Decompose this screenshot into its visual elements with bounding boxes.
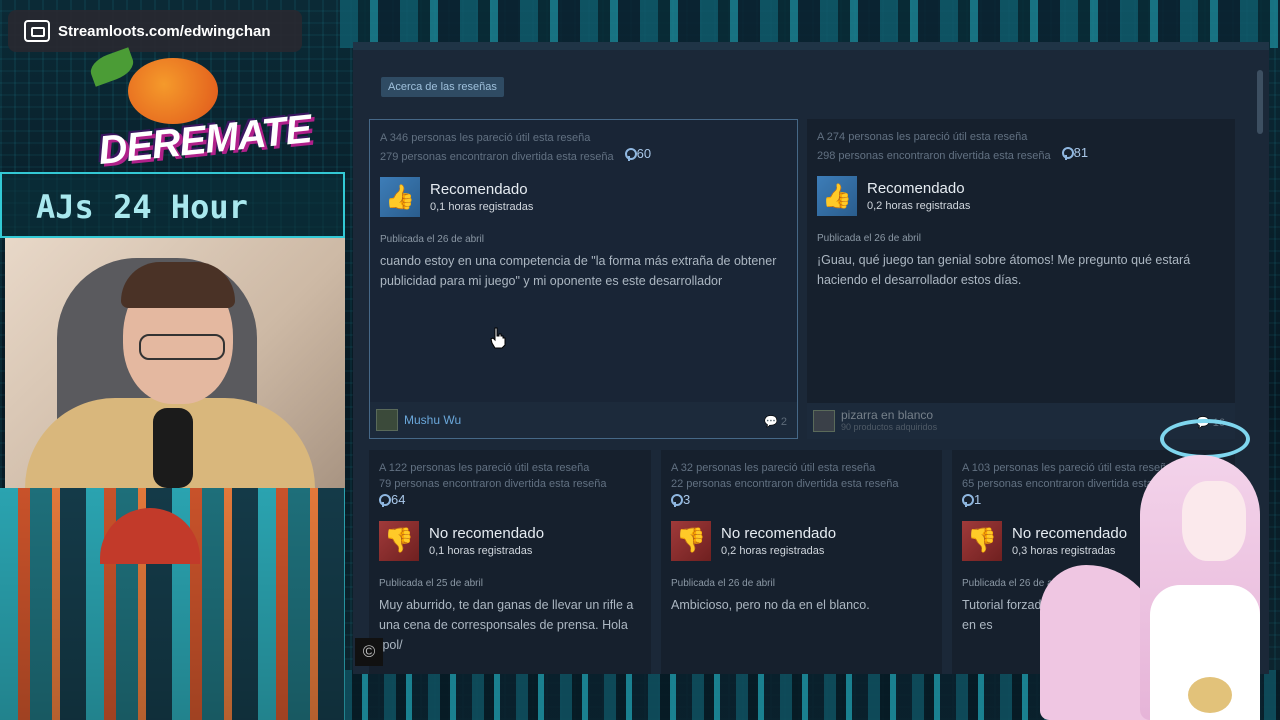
posted-date: Publicada el 25 de abril (379, 577, 483, 589)
award-icon (1061, 147, 1074, 160)
comment-count-text: 2 (780, 416, 787, 428)
author-name[interactable]: Mushu Wu (404, 413, 461, 427)
award-icon (379, 493, 391, 507)
review-verdict: 👎 No recomendado 0,2 horas registradas (671, 520, 932, 561)
avatar[interactable] (376, 409, 398, 431)
posted-date: Publicada el 26 de abril (671, 577, 775, 589)
award-badge[interactable]: 3 (671, 492, 932, 511)
review-text: ¡Guau, qué juego tan genial sobre átomos… (817, 253, 1191, 287)
award-count: 81 (1073, 145, 1089, 160)
vtuber-bow (1188, 677, 1232, 713)
streamer-glasses (139, 334, 225, 360)
helpful-count: A 32 personas les pareció útil esta rese… (671, 462, 876, 474)
funny-count-text: 279 personas encontraron divertida esta … (380, 151, 614, 163)
about-reviews-button[interactable]: Acerca de las reseñas (381, 77, 504, 97)
award-container: 64 (379, 492, 405, 507)
verdict-label: Recomendado (430, 181, 528, 198)
award-icon (671, 493, 683, 507)
hand-cursor-icon (490, 327, 506, 349)
hours-played: 0,1 horas registradas (430, 201, 534, 213)
avatar[interactable] (813, 410, 835, 432)
thumbs-down-icon: 👎 (671, 520, 711, 561)
comment-count[interactable]: 💬 2 (764, 415, 787, 428)
helpful-count: A 346 personas les pareció útil esta res… (380, 132, 591, 144)
event-banner-text: AJs 24 Hour (36, 188, 248, 226)
review-card[interactable]: A 274 personas les pareció útil esta res… (807, 119, 1235, 439)
thumbs-up-icon: 👍 (817, 176, 857, 216)
award-count: 1 (974, 492, 982, 507)
streamer-webcam (5, 238, 345, 488)
helpful-count: A 274 personas les pareció útil esta res… (817, 131, 1028, 143)
vtuber-face (1182, 481, 1246, 561)
review-verdict: 👍 Recomendado 0,2 horas registradas (817, 176, 1225, 216)
posted-date: Publicada el 26 de abril (817, 233, 921, 244)
review-text: Ambicioso, pero no da en el blanco. (671, 597, 870, 612)
microphone (153, 408, 193, 488)
copyright-icon: © (355, 638, 383, 666)
streamer-hair (121, 262, 235, 308)
thumbs-down-icon: 👎 (962, 520, 1002, 561)
review-card[interactable]: A 346 personas les pareció útil esta res… (369, 119, 798, 439)
review-author-bar[interactable]: Mushu Wu 💬 2 (370, 402, 797, 438)
funny-count: 298 personas encontraron divertida esta … (817, 145, 1225, 164)
halo-shape (1160, 419, 1250, 459)
funny-count: 79 personas encontraron divertida esta r… (379, 478, 607, 490)
streamloots-banner: Streamloots.com/edwingchan (8, 10, 302, 52)
thumbs-down-icon: 👎 (379, 520, 419, 561)
thumbs-up-icon: 👍 (380, 177, 420, 217)
review-card[interactable]: A 122 personas les pareció útil esta res… (369, 450, 651, 674)
pixel-art-top-strip (340, 0, 1280, 48)
streamloots-text: Streamloots.com/edwingchan (58, 22, 271, 40)
review-text: Muy aburrido, te dan ganas de llevar un … (379, 597, 634, 652)
verdict-label: No recomendado (721, 524, 837, 542)
review-card[interactable]: A 32 personas les pareció útil esta rese… (661, 450, 942, 674)
review-verdict: 👎 No recomendado 0,1 horas registradas (379, 520, 641, 561)
award-count: 64 (391, 492, 406, 507)
vtuber-avatar (1000, 415, 1280, 720)
review-text: cuando estoy en una competencia de "la f… (380, 254, 777, 288)
logo-mascot (128, 58, 218, 124)
comment-icon: 💬 (764, 416, 778, 428)
hours-played: 0,1 horas registradas (429, 544, 533, 557)
award-icon (624, 148, 637, 161)
award-badge[interactable]: 64 (379, 492, 641, 511)
posted-date: Publicada el 26 de abril (380, 234, 484, 245)
award-icon (962, 493, 974, 507)
products-owned: 90 productos adquiridos (841, 422, 938, 432)
streamloots-icon (24, 20, 50, 42)
award-badge[interactable]: 81 (1061, 145, 1089, 161)
funny-count-text: 298 personas encontraron divertida esta … (817, 150, 1051, 162)
author-name[interactable]: pizarra en blanco (841, 409, 937, 421)
award-count: 60 (636, 146, 652, 161)
review-filter-tabs[interactable] (353, 42, 1269, 50)
pixel-art-scene (0, 488, 345, 720)
award-count: 3 (683, 492, 691, 507)
award-badge[interactable]: 60 (624, 146, 652, 162)
verdict-label: No recomendado (429, 524, 545, 542)
award-container: 1 (962, 492, 981, 507)
review-verdict: 👍 Recomendado 0,1 horas registradas (380, 177, 787, 217)
event-banner: AJs 24 Hour (0, 172, 345, 238)
deremate-logo: DEREMATE (86, 47, 313, 175)
funny-count: 279 personas encontraron divertida esta … (380, 146, 787, 165)
scrollbar[interactable] (1257, 70, 1263, 134)
hours-played: 0,2 horas registradas (867, 200, 971, 212)
hours-played: 0,2 horas registradas (721, 544, 825, 557)
award-container: 3 (671, 492, 690, 507)
funny-count: 22 personas encontraron divertida esta r… (671, 478, 899, 490)
umbrella-figure (100, 508, 200, 564)
verdict-label: Recomendado (867, 180, 965, 197)
helpful-count: A 122 personas les pareció útil esta res… (379, 462, 590, 474)
